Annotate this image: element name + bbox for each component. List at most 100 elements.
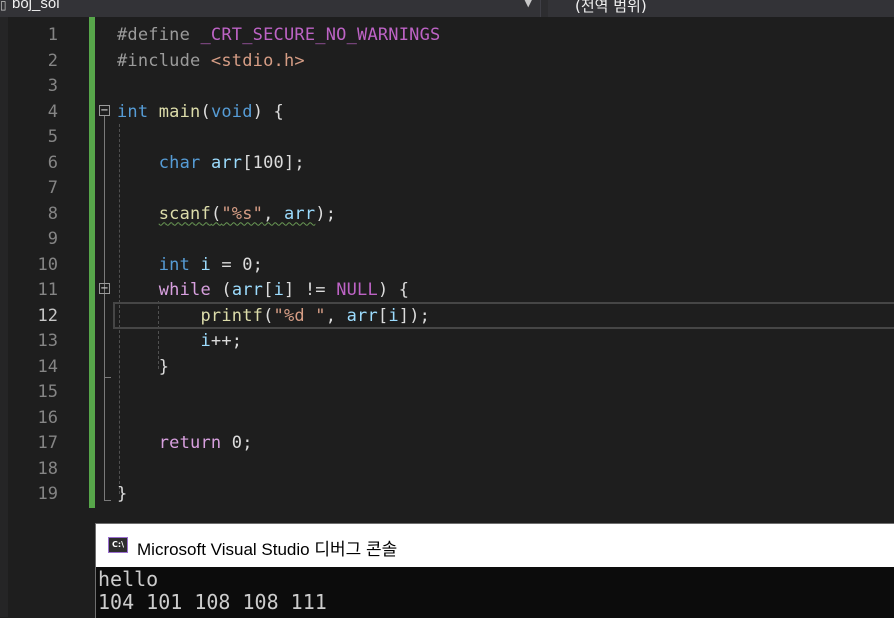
scope-dropdown[interactable]: (전역 범위) bbox=[548, 0, 894, 17]
code-token: void bbox=[210, 101, 253, 122]
line-number: 14 bbox=[37, 356, 58, 377]
line-number: 17 bbox=[37, 433, 58, 453]
line-number: 12 bbox=[37, 305, 58, 326]
console-output-line: 104 101 108 108 111 bbox=[98, 590, 327, 614]
code-token: char bbox=[158, 152, 201, 173]
fold-line-while bbox=[104, 294, 105, 377]
code-line[interactable] bbox=[117, 227, 441, 253]
code-line[interactable] bbox=[117, 74, 441, 100]
console-title: Microsoft Visual Studio 디버그 콘솔 bbox=[137, 540, 398, 559]
code-token: ]); bbox=[398, 305, 431, 326]
console-app-icon: C:\ bbox=[108, 537, 128, 553]
line-number: 5 bbox=[47, 127, 58, 147]
code-line[interactable]: #define _CRT_SECURE_NO_WARNINGS bbox=[117, 23, 441, 49]
code-token: = 0; bbox=[210, 254, 264, 275]
fold-end-while bbox=[104, 377, 111, 378]
line-number: 11 bbox=[37, 280, 58, 300]
fold-end-main bbox=[104, 500, 111, 501]
code-token: i bbox=[200, 331, 211, 351]
code-token: ( bbox=[200, 101, 211, 122]
code-line[interactable]: int i = 0; bbox=[117, 253, 441, 279]
code-token: int bbox=[117, 101, 149, 122]
code-line[interactable]: while (arr[i] != NULL) { bbox=[117, 278, 441, 304]
code-token: ); bbox=[315, 203, 337, 224]
code-token: <stdio.h> bbox=[210, 50, 305, 71]
change-tracking-bar bbox=[89, 17, 95, 508]
code-line[interactable]: return 0; bbox=[117, 431, 441, 457]
code-token: arr bbox=[346, 305, 378, 326]
code-token: ) { bbox=[252, 101, 284, 122]
code-line[interactable] bbox=[117, 176, 441, 202]
code-line[interactable]: i++; bbox=[117, 329, 441, 355]
code-token: ( bbox=[210, 280, 232, 300]
code-line[interactable] bbox=[117, 406, 441, 432]
code-line[interactable]: char arr[100]; bbox=[117, 151, 441, 177]
code-token: i bbox=[200, 254, 211, 275]
code-line[interactable]: scanf("%s", arr); bbox=[117, 202, 441, 228]
code-token: [100]; bbox=[242, 152, 305, 173]
code-token: } bbox=[117, 356, 170, 377]
collapse-main-icon[interactable]: − bbox=[99, 105, 110, 116]
code-token: i bbox=[388, 305, 399, 326]
scope-label: (전역 범위) bbox=[575, 0, 647, 15]
code-token: ++; bbox=[210, 331, 243, 351]
code-line[interactable]: } bbox=[117, 355, 441, 381]
project-dropdown[interactable]: ▯ boj_sol ▼ bbox=[0, 0, 541, 17]
code-token: [ bbox=[377, 305, 389, 326]
code-text[interactable]: #define _CRT_SECURE_NO_WARNINGS #include … bbox=[117, 23, 441, 508]
code-token: 0; bbox=[221, 433, 253, 453]
project-name: boj_sol bbox=[12, 0, 60, 12]
code-line[interactable] bbox=[117, 457, 441, 483]
indicator-margin bbox=[0, 17, 8, 617]
code-token: [ bbox=[263, 280, 274, 300]
code-token: ( bbox=[263, 305, 274, 326]
code-token: _CRT_SECURE_NO_WARNINGS bbox=[200, 25, 441, 45]
code-token: arr bbox=[210, 152, 243, 173]
code-token: #include bbox=[117, 50, 211, 71]
code-token: arr bbox=[231, 280, 264, 300]
code-line[interactable]: printf("%d ", arr[i]); bbox=[117, 304, 441, 330]
code-token: ) { bbox=[377, 280, 410, 300]
debug-console-window[interactable]: C:\ Microsoft Visual Studio 디버그 콘솔 hello… bbox=[95, 523, 894, 618]
code-line[interactable] bbox=[117, 380, 441, 406]
code-token: int bbox=[158, 254, 191, 275]
project-icon: ▯ bbox=[0, 0, 7, 12]
code-token: printf bbox=[200, 305, 264, 326]
code-token: return bbox=[158, 433, 222, 453]
code-token: , bbox=[263, 203, 284, 224]
code-token: i bbox=[273, 280, 284, 300]
line-number: 8 bbox=[47, 203, 58, 224]
line-number-gutter: 1 2 3 4 5 6 7 8 9 10 11 12 13 14 15 16 17 18 19 bbox=[8, 23, 58, 508]
console-output: hello 104 101 108 108 111 bbox=[98, 568, 327, 614]
collapse-while-icon[interactable]: − bbox=[99, 283, 110, 294]
code-token: "%d " bbox=[273, 305, 326, 326]
code-token: ] != bbox=[284, 280, 337, 300]
code-line[interactable]: int main(void) { bbox=[117, 100, 441, 126]
line-number: 2 bbox=[47, 50, 58, 71]
line-number: 7 bbox=[47, 178, 58, 198]
line-number: 4 bbox=[47, 101, 58, 122]
code-token: arr bbox=[284, 203, 316, 224]
console-titlebar[interactable]: C:\ Microsoft Visual Studio 디버그 콘솔 bbox=[96, 524, 894, 567]
line-number: 6 bbox=[47, 152, 58, 173]
code-token: } bbox=[117, 484, 128, 504]
code-token: NULL bbox=[336, 280, 378, 300]
code-line[interactable] bbox=[117, 125, 441, 151]
line-number: 18 bbox=[37, 458, 58, 479]
code-token: #define bbox=[117, 25, 201, 45]
code-line[interactable]: #include <stdio.h> bbox=[117, 49, 441, 75]
line-number: 15 bbox=[37, 382, 58, 402]
line-number: 1 bbox=[47, 25, 58, 45]
code-token: scanf bbox=[158, 203, 211, 224]
chevron-down-icon[interactable]: ▼ bbox=[524, 0, 532, 9]
line-number: 16 bbox=[37, 407, 58, 428]
code-token: while bbox=[158, 280, 211, 300]
code-line[interactable]: } bbox=[117, 482, 441, 508]
